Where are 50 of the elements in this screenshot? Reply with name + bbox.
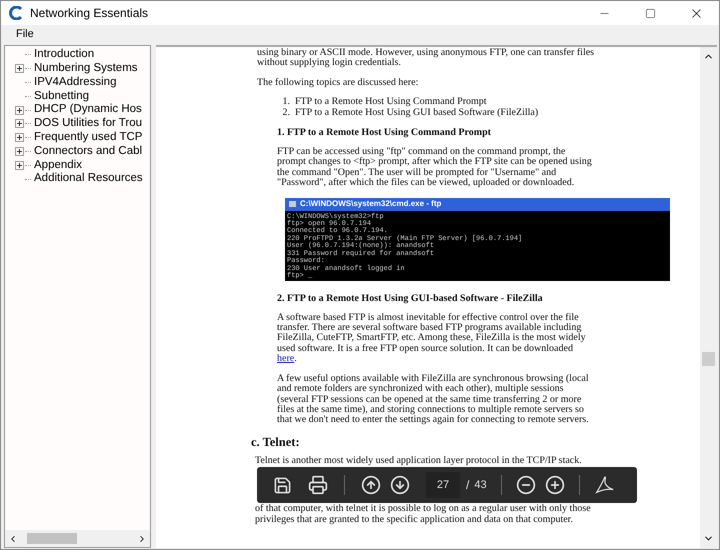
tree-item[interactable]: Subnetting — [5, 89, 150, 104]
menu-item[interactable]: File — [1, 26, 49, 43]
text-line: Telnet is another most widely used application layer protocol in the TCP/IP stack. — [255, 456, 582, 466]
horizontal-scrollbar-thumb[interactable] — [27, 533, 77, 544]
tree-item[interactable]: Introduction — [5, 48, 150, 62]
paragraph: A software based FTP is almost inevitable for effective control over the file transfer. There are several software based FTP programs available including FileZilla, CuteFTP, SmartFTP, etc. Among these, FileZilla is the most widely used software. It is a free FTP open source solution. It can be downloaded here. — [277, 312, 587, 365]
maximize-icon[interactable] — [644, 8, 656, 18]
expand-icon[interactable] — [15, 146, 24, 156]
page-total: 43 — [474, 480, 487, 490]
list-number: 2. — [282, 108, 290, 118]
tree-item[interactable]: Frequently used TCP — [5, 130, 150, 145]
page-number-field[interactable]: 27 — [426, 472, 460, 498]
paragraph: The following topics are discussed here: — [257, 78, 420, 88]
zoom-out-button[interactable] — [516, 475, 536, 496]
tree-item[interactable]: DHCP (Dynamic Hos — [5, 103, 150, 117]
print-button[interactable] — [308, 475, 328, 496]
expand-icon[interactable] — [15, 119, 24, 128]
expand-icon[interactable] — [15, 106, 24, 115]
console-icon — [289, 201, 296, 208]
paragraph: FTP can be accessed using "ftp" command on the command prompt, the prompt changes to <ftp> prompt, after which the FTP site can be opened using the command "Open". The user will be prompted for "Username" and "Password", after which the files can be viewed, uploaded or downloaded. — [277, 147, 593, 189]
vertical-scrollbar-thumb[interactable] — [702, 352, 715, 366]
tree-item[interactable]: Appendix — [5, 158, 150, 172]
list-item: FTP to a Remote Host Using GUI based Software (FileZilla) — [295, 108, 538, 118]
previous-page-button[interactable] — [361, 475, 381, 496]
zoom-in-button[interactable] — [544, 475, 565, 496]
section-heading: c. Telnet: — [251, 434, 301, 449]
tree-item[interactable]: DOS Utilities for Trou — [5, 116, 150, 131]
text-line: privileges that are granted to the specific application and data on that computer. — [255, 514, 573, 525]
list-number: 1. — [282, 97, 290, 108]
subheading: 1. FTP to a Remote Host Using Command Prompt — [277, 127, 492, 138]
next-page-button[interactable] — [390, 475, 410, 496]
tree-item[interactable]: Additional Resources — [5, 172, 150, 186]
app-logo-icon — [8, 6, 24, 20]
save-button[interactable] — [273, 476, 292, 495]
expand-icon[interactable] — [15, 64, 24, 74]
list-item: FTP to a Remote Host Using Command Prompt — [295, 97, 487, 108]
paragraph: using binary or ASCII mode. However, using anonymous FTP, one can transfer files without supplying login credentials. — [257, 48, 596, 69]
paragraph: A few useful options available with FileZilla are synchronous browsing (local and remote folders are synchronized with each other), multiple sessions (several FTP sessions can be opened at the same time transferring 2 or more files at the same time), and storing connections to multiple remote servers so that we don't need to enter the settings again for connecting to remote servers. — [277, 374, 590, 426]
pdf-icon[interactable] — [594, 474, 616, 496]
expand-icon[interactable] — [15, 133, 24, 142]
tree-item[interactable]: Numbering Systems — [5, 62, 150, 76]
subheading: 2. FTP to a Remote Host Using GUI-based Software - FileZilla — [277, 292, 544, 304]
console-title: C:\WINDOWS\system32\cmd.exe - ftp — [300, 198, 442, 210]
tree-item[interactable]: Connectors and Cabl — [5, 144, 150, 158]
download-link[interactable]: here — [277, 353, 294, 364]
window-title: Networking Essentials — [30, 5, 148, 22]
tree-item[interactable]: IPV4Addressing — [5, 76, 150, 90]
expand-icon[interactable] — [15, 160, 24, 170]
text-line: of that computer, with telnet it is possible to log on as a regular user with only those — [255, 504, 591, 515]
page-separator: / — [466, 480, 470, 490]
